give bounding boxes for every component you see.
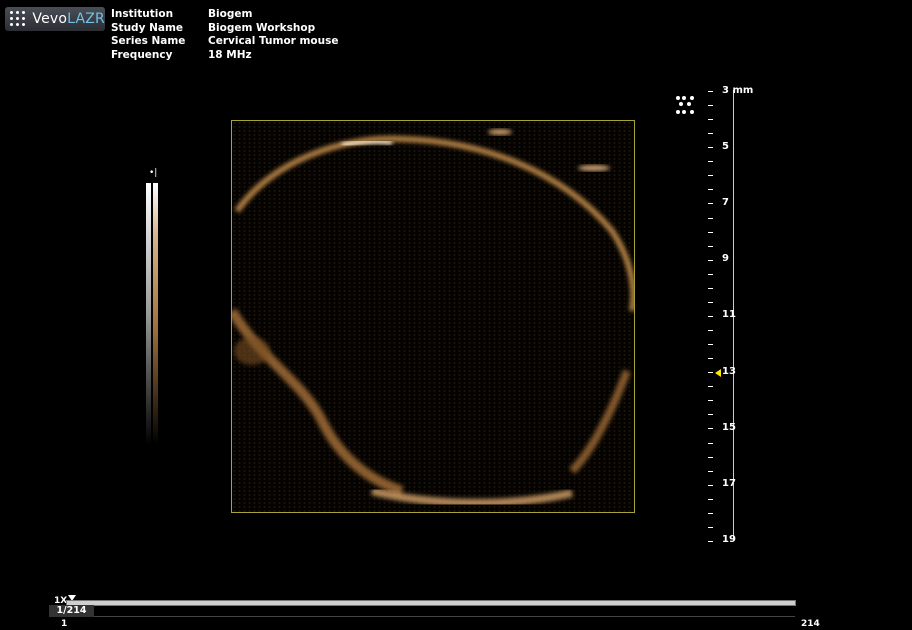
- info-row-study: Study Name Biogem Workshop: [111, 22, 339, 36]
- depth-tick: [708, 484, 713, 486]
- info-value: Biogem Workshop: [208, 21, 316, 34]
- depth-tick: [708, 133, 713, 135]
- depth-tick: [708, 315, 713, 317]
- depth-tick: [708, 400, 713, 402]
- info-row-frequency: Frequency 18 MHz: [111, 49, 339, 63]
- depth-ruler: 3 mm 5 7 9 11 13 15 17 19: [700, 80, 760, 550]
- grayscale-colorbar: [146, 183, 158, 445]
- info-row-institution: Institution Biogem: [111, 8, 339, 22]
- depth-tick: [708, 526, 713, 528]
- depth-tick: [708, 301, 713, 303]
- info-value: Cervical Tumor mouse: [208, 35, 339, 47]
- depth-tick: [708, 470, 713, 472]
- probe-orientation-icon[interactable]: [676, 96, 698, 118]
- depth-tick: [708, 330, 713, 332]
- depth-label: 7: [722, 197, 729, 208]
- brand-name: VevoLAZR: [32, 11, 105, 27]
- contrast-map: [153, 183, 158, 445]
- info-value: 18 MHz: [208, 48, 252, 61]
- frame-counter: 1/214: [49, 605, 94, 617]
- depth-tick: [708, 428, 713, 430]
- depth-tick: [708, 273, 713, 275]
- depth-tick: [708, 203, 713, 205]
- focus-pointer-icon[interactable]: [715, 369, 721, 377]
- depth-tick: [708, 456, 713, 458]
- grayscale-map: [146, 183, 151, 445]
- depth-tick: [708, 245, 713, 247]
- depth-label: 11: [722, 309, 736, 320]
- depth-tick: [708, 147, 713, 149]
- depth-label: 15: [722, 422, 736, 433]
- depth-label: 9: [722, 253, 729, 264]
- depth-label: 19: [722, 534, 736, 545]
- info-row-series: Series Name Cervical Tumor mouse: [111, 35, 339, 49]
- depth-tick: [708, 91, 713, 92]
- info-label: Frequency: [111, 48, 173, 61]
- depth-tick: [708, 386, 713, 388]
- depth-tick: [708, 512, 713, 514]
- depth-label: 13: [722, 366, 736, 377]
- depth-tick: [708, 231, 713, 233]
- depth-label: 3 mm: [722, 85, 754, 96]
- depth-tick: [708, 217, 713, 219]
- depth-tick: [708, 105, 713, 107]
- vevo-lazr-logo: VevoLAZR: [5, 7, 105, 31]
- depth-tick: [708, 175, 713, 177]
- depth-tick: [708, 119, 713, 121]
- depth-label: 17: [722, 478, 736, 489]
- info-label: Institution: [111, 8, 174, 20]
- info-label: Study Name: [111, 21, 184, 34]
- depth-tick: [708, 259, 713, 261]
- depth-tick: [708, 189, 713, 191]
- depth-tick: [708, 358, 713, 360]
- cine-timeline[interactable]: 1X 1/214 1 214: [0, 592, 912, 630]
- depth-tick: [708, 287, 713, 289]
- info-value: Biogem: [208, 8, 253, 20]
- depth-tick: [708, 540, 713, 542]
- depth-tick: [708, 414, 713, 416]
- timeline-end-label: 214: [801, 619, 820, 629]
- info-label: Series Name: [111, 35, 186, 47]
- vevo-logo-icon: [10, 11, 27, 27]
- colorbar-marker: •|: [149, 168, 158, 178]
- depth-tick: [708, 161, 713, 163]
- ultrasound-image[interactable]: [231, 120, 635, 513]
- depth-tick: [708, 344, 713, 346]
- depth-label: 5: [722, 141, 729, 152]
- depth-tick: [708, 442, 713, 444]
- timeline-start-label: 1: [61, 619, 68, 629]
- timeline-divider: [66, 606, 795, 617]
- study-info: Institution Biogem Study Name Biogem Wor…: [111, 8, 339, 62]
- tumor-echo-shape: [232, 129, 634, 507]
- depth-tick: [708, 498, 713, 500]
- depth-tick: [708, 372, 713, 374]
